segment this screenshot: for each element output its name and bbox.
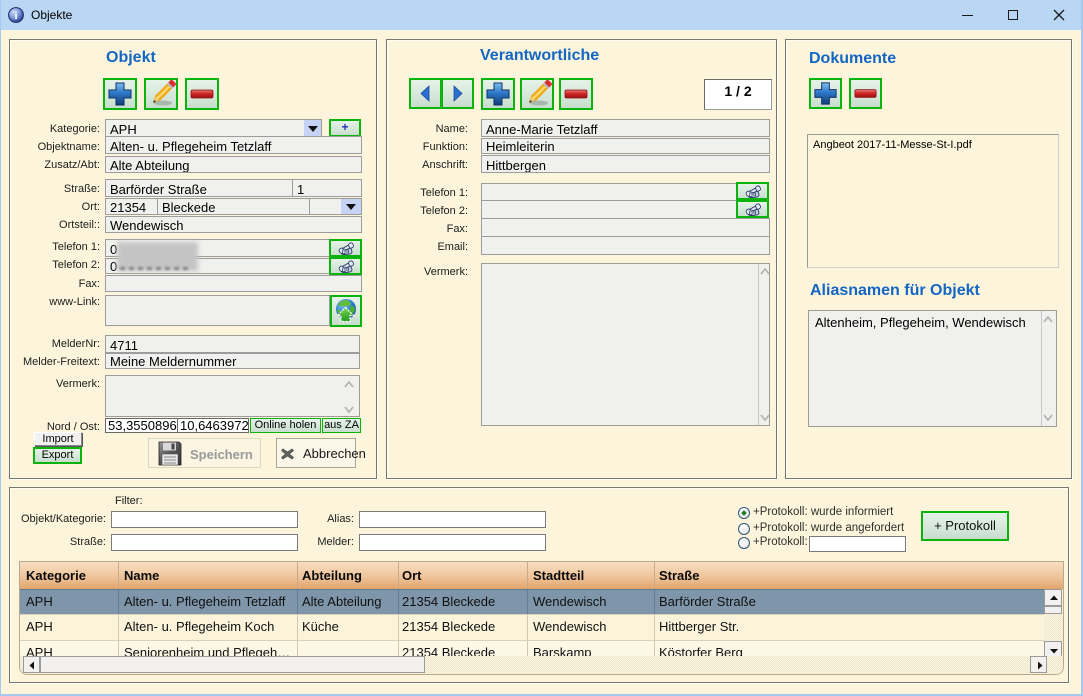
svg-text:i: i	[14, 10, 17, 22]
